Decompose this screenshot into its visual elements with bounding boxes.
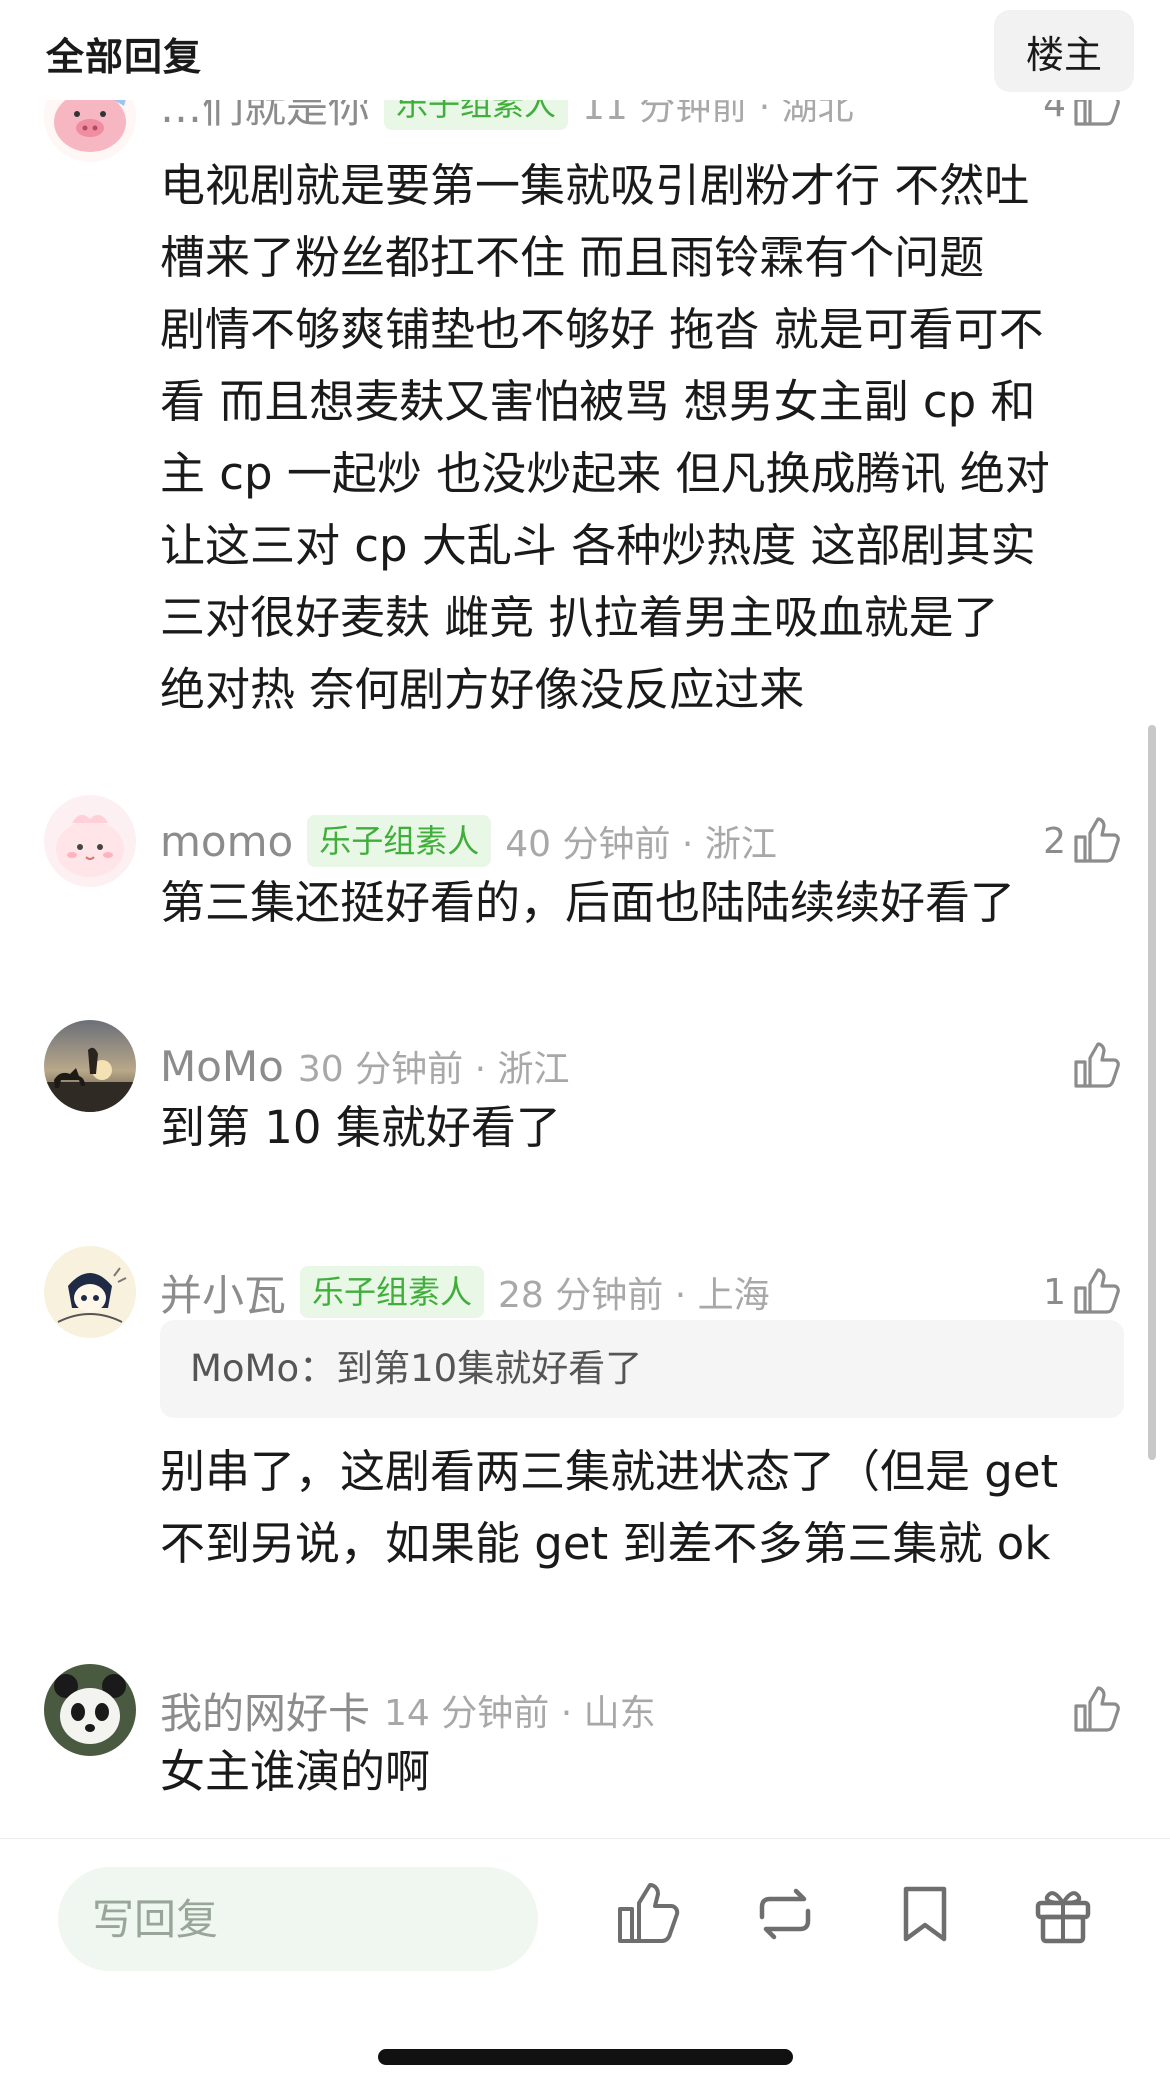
like-button[interactable]: 4 [1043,100,1122,134]
username[interactable]: momo [160,817,293,866]
avatar[interactable] [44,795,136,887]
gift-button[interactable] [1028,1879,1098,1949]
avatar[interactable] [44,100,136,162]
quoted-reply[interactable]: MoMo：到第10集就好看了 [160,1320,1124,1418]
comment-meta: MoMo 30 分钟前 · 浙江 [160,1038,569,1094]
thumbs-up-icon [1074,1686,1120,1732]
comment-text: 第三集还挺好看的，后面也陆陆续续好看了 [160,876,1016,929]
like-button[interactable] [1070,1036,1122,1096]
comment-time: 14 分钟前 · 山东 [384,1693,656,1734]
thumbs-up-icon [618,1883,680,1943]
username[interactable]: …们就是你 [160,100,370,135]
comment-text: 女主谁演的啊 [160,1745,431,1798]
comment-text: 电视剧就是要第一集就吸引剧粉才行 不然吐 槽来了粉丝都扛不住 而且雨铃霖有个问题… [160,159,1050,716]
user-badge: 乐子组素人 [384,100,569,130]
scrollbar[interactable] [1148,725,1156,1460]
thumbs-up-icon [1074,817,1120,863]
pig-avatar-image [44,100,136,162]
page-title: 全部回复 [46,35,203,79]
bottom-action-bar [0,1838,1170,2091]
pink-blob-avatar-image [44,795,136,887]
comment-meta: …们就是你 乐子组素人 11 分钟前 · 湖北 [160,100,854,132]
repost-button[interactable] [750,1879,820,1949]
header: 全部回复 楼主 [0,0,1170,100]
comment-time: 40 分钟前 · 浙江 [505,824,777,865]
reply-input[interactable] [58,1867,538,1971]
like-button[interactable]: 1 [1043,1262,1122,1322]
gift-icon [1035,1891,1091,1944]
avatar[interactable] [44,1664,136,1756]
user-badge: 乐子组素人 [300,1266,485,1318]
thumbs-up-icon [1074,1268,1120,1314]
comment-text: 别串了，这剧看两三集就进状态了（但是 get 不到另说，如果能 get 到差不多… [160,1445,1059,1570]
repost-icon [759,1888,811,1940]
panda-avatar-image [44,1664,136,1756]
like-count: 1 [1043,1271,1066,1313]
thumbs-up-icon [1074,1042,1120,1088]
comment-time: 30 分钟前 · 浙江 [297,1049,570,1090]
like-button[interactable]: 2 [1043,811,1122,871]
thumbs-up-icon [1074,100,1120,126]
like-button[interactable] [1070,1680,1122,1740]
comment-text: 到第 10 集就好看了 [160,1101,561,1154]
user-badge: 乐子组素人 [307,815,492,867]
bookmark-button[interactable] [890,1879,960,1949]
comment-meta: momo 乐子组素人 40 分钟前 · 浙江 [160,813,777,869]
comment-time: 11 分钟前 · 湖北 [582,100,854,128]
sunset-horse-avatar-image [44,1020,136,1112]
username[interactable]: 我的网好卡 [160,1680,370,1741]
home-indicator[interactable] [378,2049,793,2065]
op-only-button[interactable]: 楼主 [994,10,1134,92]
comment-meta: 我的网好卡 14 分钟前 · 山东 [160,1682,656,1738]
like-count: 4 [1043,100,1066,125]
anime-sketch-avatar-image [44,1246,136,1338]
like-count: 2 [1043,820,1066,862]
username[interactable]: MoMo [160,1042,284,1091]
avatar[interactable] [44,1020,136,1112]
like-post-button[interactable] [612,1879,682,1949]
comment-list[interactable]: …们就是你 乐子组素人 11 分钟前 · 湖北 4 电视剧就是要第一集就吸引剧粉… [0,100,1170,1840]
comment-time: 28 分钟前 · 上海 [498,1275,770,1316]
username[interactable]: 并小瓦 [160,1262,286,1323]
comment-meta: 并小瓦 乐子组素人 28 分钟前 · 上海 [160,1264,770,1320]
avatar[interactable] [44,1246,136,1338]
bookmark-icon [903,1886,947,1942]
